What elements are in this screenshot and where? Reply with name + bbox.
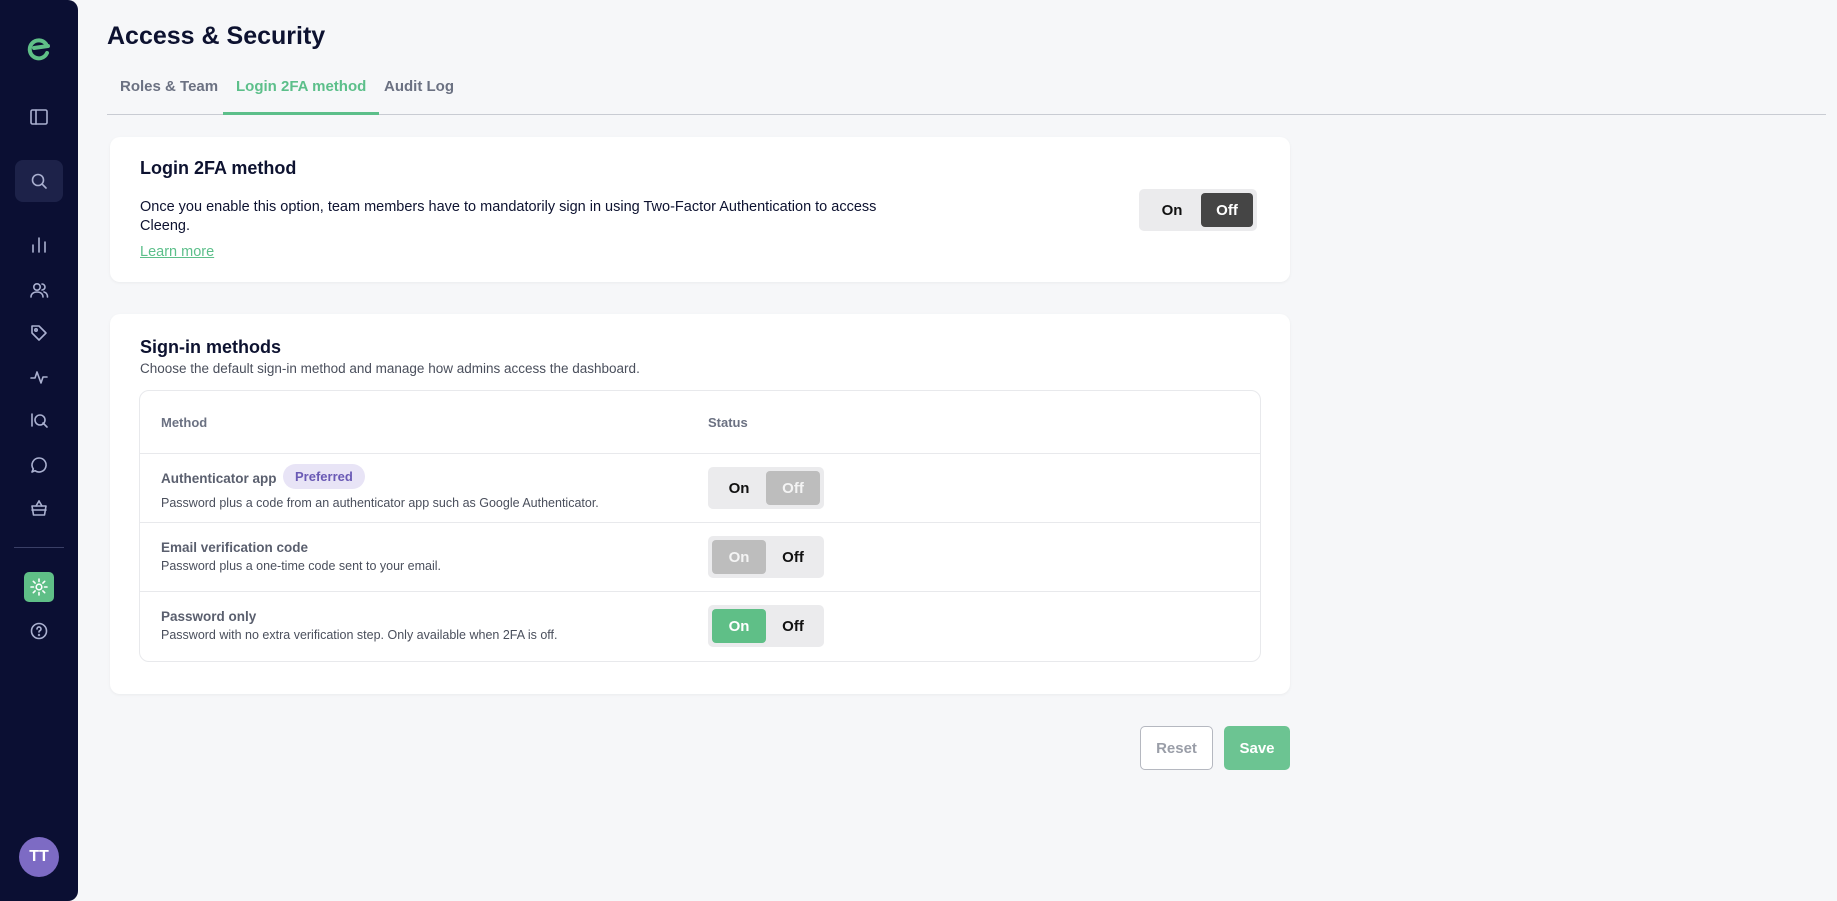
analytics-icon[interactable] xyxy=(19,225,59,265)
users-icon[interactable] xyxy=(19,270,59,310)
login-2fa-title: Login 2FA method xyxy=(140,158,297,178)
avatar[interactable]: TT xyxy=(19,837,59,877)
method-description: Password plus a code from an authenticat… xyxy=(161,496,599,510)
method-name: Authenticator app xyxy=(161,471,277,486)
authenticator-app-toggle[interactable]: On Off xyxy=(708,467,824,509)
activity-icon[interactable] xyxy=(19,357,59,397)
column-header-method: Method xyxy=(161,415,208,430)
basket-icon[interactable] xyxy=(19,488,59,528)
page-title: Access & Security xyxy=(107,22,326,50)
tab-roles-team[interactable]: Roles & Team xyxy=(107,78,231,115)
login-2fa-card: Login 2FA method Once you enable this op… xyxy=(110,137,1290,282)
signin-methods-subtitle: Choose the default sign-in method and ma… xyxy=(140,361,640,376)
brand-logo-icon[interactable] xyxy=(24,35,54,61)
tab-login-2fa[interactable]: Login 2FA method xyxy=(223,78,380,115)
toggle-off-option[interactable]: Off xyxy=(766,609,820,643)
method-name: Password only xyxy=(161,609,257,624)
tab-bar: Roles & Team Login 2FA method Audit Log xyxy=(107,66,1826,115)
signin-methods-card: Sign-in methods Choose the default sign-… xyxy=(110,314,1290,694)
toggle-on-option[interactable]: On xyxy=(1143,193,1201,227)
toggle-off-option[interactable]: Off xyxy=(766,471,820,505)
settings-icon[interactable] xyxy=(24,572,54,602)
login-2fa-description: Once you enable this option, team member… xyxy=(140,199,877,234)
chat-icon[interactable] xyxy=(19,445,59,485)
password-only-toggle[interactable]: On Off xyxy=(708,605,824,647)
table-row: Password only Password with no extra ver… xyxy=(140,591,1260,660)
sidebar: TT xyxy=(0,0,78,901)
preferred-badge: Preferred xyxy=(283,464,365,489)
column-header-status: Status xyxy=(708,415,748,430)
toggle-off-option[interactable]: Off xyxy=(1201,193,1253,227)
login-2fa-toggle[interactable]: On Off xyxy=(1139,189,1257,231)
email-verification-toggle[interactable]: On Off xyxy=(708,536,824,578)
search-icon[interactable] xyxy=(15,160,63,202)
learn-more-link[interactable]: Learn more xyxy=(140,244,214,260)
method-name: Email verification code xyxy=(161,540,309,555)
sidebar-divider xyxy=(14,547,64,548)
method-description: Password with no extra verification step… xyxy=(161,628,558,642)
table-row: Email verification code Password plus a … xyxy=(140,522,1260,591)
panel-toggle-icon[interactable] xyxy=(19,97,59,137)
save-button[interactable]: Save xyxy=(1224,726,1290,770)
toggle-on-option[interactable]: On xyxy=(712,471,766,505)
table-row: Authenticator app Preferred Password plu… xyxy=(140,453,1260,522)
toggle-on-option[interactable]: On xyxy=(712,609,766,643)
help-icon[interactable] xyxy=(19,611,59,651)
tag-icon[interactable] xyxy=(19,313,59,353)
reset-button[interactable]: Reset xyxy=(1140,726,1213,770)
method-description: Password plus a one-time code sent to yo… xyxy=(161,559,441,573)
signin-methods-table: Method Status Authenticator app Preferre… xyxy=(139,390,1261,662)
tab-audit-log[interactable]: Audit Log xyxy=(371,78,467,115)
signin-methods-title: Sign-in methods xyxy=(140,337,281,357)
toggle-off-option[interactable]: Off xyxy=(766,540,820,574)
toggle-on-option[interactable]: On xyxy=(712,540,766,574)
iq-search-icon[interactable] xyxy=(19,400,59,440)
